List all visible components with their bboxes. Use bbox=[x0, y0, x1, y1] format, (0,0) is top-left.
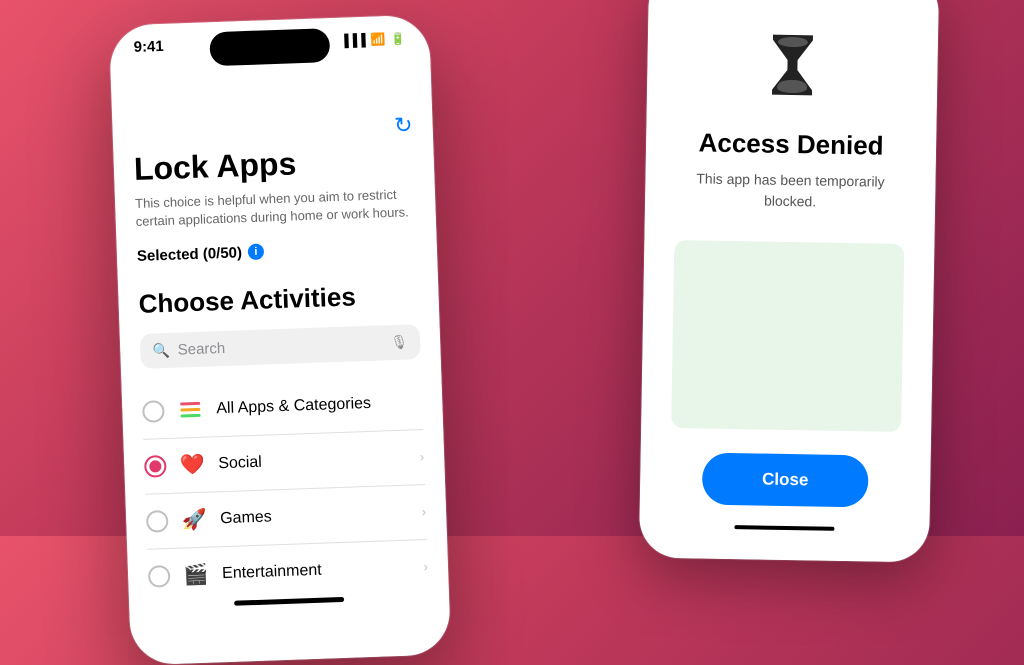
signal-icon: ▐▐▐ bbox=[340, 32, 366, 47]
all-apps-icon bbox=[176, 395, 205, 424]
entertainment-label: Entertainment bbox=[222, 558, 412, 583]
refresh-icon[interactable]: ↻ bbox=[394, 112, 413, 139]
info-icon[interactable]: i bbox=[248, 244, 265, 261]
home-indicator-right bbox=[734, 525, 834, 531]
games-chevron-icon: › bbox=[421, 504, 426, 519]
battery-icon: 🔋 bbox=[390, 31, 405, 46]
search-placeholder: Search bbox=[177, 334, 382, 358]
entertainment-chevron-icon: › bbox=[423, 559, 428, 574]
refresh-icon-container: ↻ bbox=[132, 112, 413, 148]
selected-info: Selected (0/50) i bbox=[137, 238, 417, 265]
close-button[interactable]: Close bbox=[702, 453, 869, 508]
phone-right: Access Denied This app has been temporar… bbox=[639, 0, 939, 562]
radio-button-social[interactable] bbox=[144, 455, 167, 478]
access-denied-content: Access Denied This app has been temporar… bbox=[639, 0, 939, 562]
search-icon: 🔍 bbox=[152, 341, 170, 359]
phone-right-screen: Access Denied This app has been temporar… bbox=[639, 0, 939, 562]
selected-label: Selected (0/50) bbox=[137, 244, 243, 265]
list-item[interactable]: All Apps & Categories bbox=[141, 375, 423, 440]
list-item[interactable]: 🚀 Games › bbox=[145, 485, 427, 550]
choose-activities-title: Choose Activities bbox=[138, 279, 419, 320]
wifi-icon: 📶 bbox=[370, 32, 385, 47]
lock-apps-description: This choice is helpful when you aim to r… bbox=[135, 185, 416, 231]
activity-list: All Apps & Categories ❤️ Social › 🚀 bbox=[141, 375, 428, 604]
social-icon: ❤️ bbox=[178, 450, 207, 479]
microphone-icon: 🎙 bbox=[390, 333, 408, 351]
lock-apps-title: Lock Apps bbox=[133, 142, 414, 187]
list-item[interactable]: 🎬 Entertainment › bbox=[147, 540, 429, 604]
all-apps-label: All Apps & Categories bbox=[216, 393, 423, 418]
games-icon: 🚀 bbox=[180, 505, 209, 534]
access-denied-title: Access Denied bbox=[698, 127, 883, 161]
radio-button-entertainment[interactable] bbox=[148, 565, 171, 588]
social-chevron-icon: › bbox=[420, 449, 425, 464]
status-time-left: 9:41 bbox=[133, 38, 164, 56]
search-bar[interactable]: 🔍 Search 🎙 bbox=[140, 324, 421, 369]
radio-button-games[interactable] bbox=[146, 510, 169, 533]
social-label: Social bbox=[218, 448, 408, 473]
green-area bbox=[671, 240, 904, 432]
status-icons-left: ▐▐▐ 📶 🔋 bbox=[340, 31, 406, 47]
phone-left-screen: 9:41 ▐▐▐ 📶 🔋 ↻ Lock Apps This choice is … bbox=[109, 15, 451, 665]
lock-apps-content: ↻ Lock Apps This choice is helpful when … bbox=[112, 112, 449, 604]
games-label: Games bbox=[220, 503, 410, 528]
entertainment-icon: 🎬 bbox=[182, 560, 211, 589]
phones-container: 9:41 ▐▐▐ 📶 🔋 ↻ Lock Apps This choice is … bbox=[0, 0, 1024, 536]
access-denied-description: This app has been temporarily blocked. bbox=[675, 168, 906, 214]
list-item[interactable]: ❤️ Social › bbox=[143, 430, 425, 495]
hourglass-icon bbox=[762, 30, 823, 114]
dynamic-island-left bbox=[209, 28, 330, 66]
phone-left: 9:41 ▐▐▐ 📶 🔋 ↻ Lock Apps This choice is … bbox=[109, 15, 451, 665]
radio-button-all[interactable] bbox=[142, 400, 165, 423]
